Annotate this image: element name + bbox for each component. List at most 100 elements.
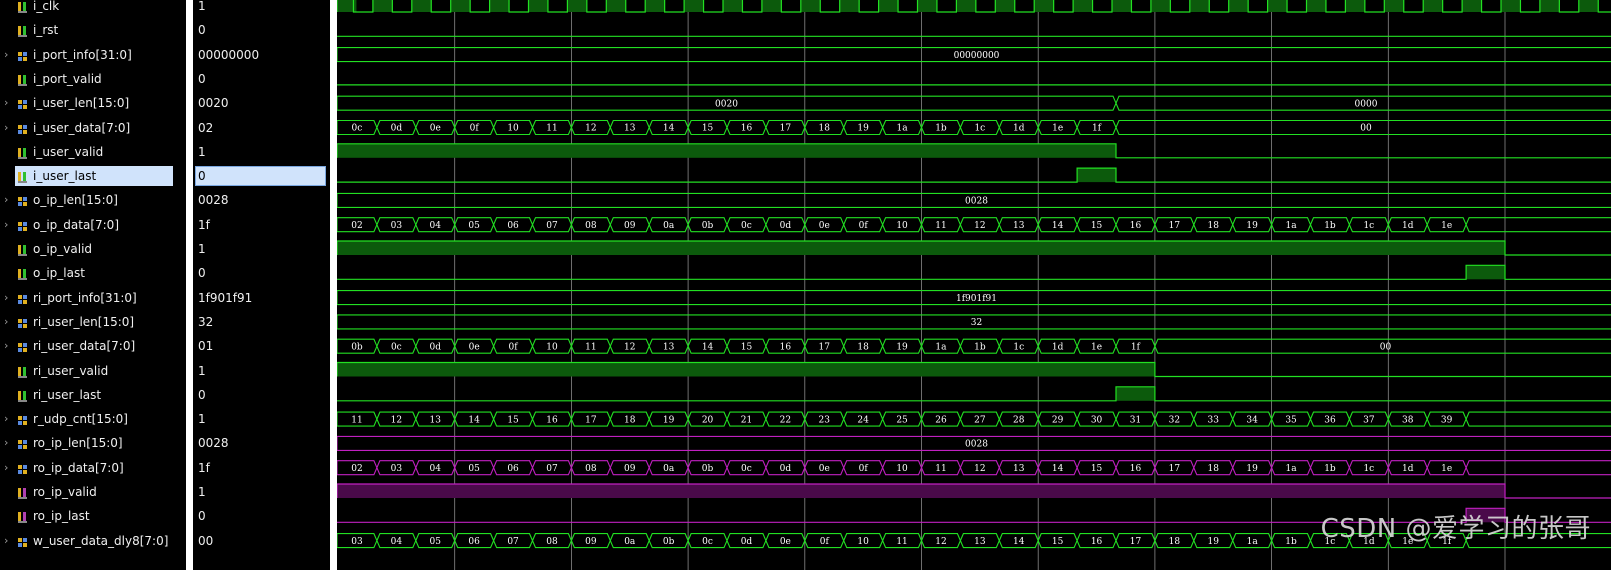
signal-value: 1	[198, 485, 206, 499]
waveform-ri_user_valid	[337, 361, 1611, 378]
waveform-canvas[interactable]: 000000000020 00000c 0d 0e 0f 10 11 12 13 14 15 16 17…	[337, 0, 1611, 570]
bus-value-label: 19	[857, 124, 869, 134]
clock-high-phase	[1539, 0, 1560, 12]
signal-value-row[interactable]: 0	[193, 18, 330, 42]
expand-chevron-icon[interactable]: ›	[4, 315, 14, 329]
bus-value-label: 15	[507, 415, 519, 425]
signal-value-row[interactable]: 1	[193, 140, 330, 164]
signal-name: ri_port_info[31:0]	[33, 290, 137, 305]
signal-value-row[interactable]: 0020	[193, 91, 330, 115]
high-level-fill	[337, 241, 1505, 255]
expand-chevron-icon[interactable]: ›	[4, 436, 14, 450]
waveform-i_clk	[337, 0, 1611, 13]
signal-row-o_ip_len[interactable]: › o_ip_len[15:0]	[0, 188, 186, 212]
signal-value-row[interactable]: 1	[193, 407, 330, 431]
bus-value-label: 16	[1130, 464, 1142, 474]
signal-row-ri_user_valid[interactable]: ri_user_valid	[0, 359, 186, 383]
signal-row-o_ip_valid[interactable]: o_ip_valid	[0, 237, 186, 261]
signal-value-row[interactable]: 1f	[193, 213, 330, 237]
expand-chevron-icon[interactable]: ›	[4, 412, 14, 426]
signal-row-ri_user_len[interactable]: › ri_user_len[15:0]	[0, 310, 186, 334]
signal-value-row[interactable]: 32	[193, 310, 330, 334]
expand-chevron-icon[interactable]: ›	[4, 96, 14, 110]
bus-value-label: 29	[1052, 415, 1064, 425]
waveform-ri_user_len: 32	[337, 314, 1611, 330]
bus-value-label: 14	[702, 342, 714, 352]
signal-row-r_udp_cnt[interactable]: › r_udp_cnt[15:0]	[0, 407, 186, 431]
signal-value-row[interactable]: 0028	[193, 188, 330, 212]
signal-row-i_port_valid[interactable]: i_port_valid	[0, 67, 186, 91]
signal-name: ri_user_last	[33, 387, 102, 402]
signal-row-i_rst[interactable]: i_rst	[0, 18, 186, 42]
expand-chevron-icon[interactable]: ›	[4, 48, 14, 62]
bus-value-label: 0d	[780, 221, 792, 231]
expand-chevron-icon[interactable]: ›	[4, 291, 14, 305]
signal-row-i_user_valid[interactable]: i_user_valid	[0, 140, 186, 164]
expand-chevron-icon[interactable]: ›	[4, 534, 14, 548]
clock-high-phase	[606, 0, 626, 12]
signal-value-row[interactable]: 0	[193, 383, 330, 407]
signal-value-row[interactable]: 1	[193, 480, 330, 504]
signal-value-row[interactable]: 0	[193, 261, 330, 285]
signal-value-row[interactable]: 1	[193, 237, 330, 261]
signal-row-ro_ip_last[interactable]: ro_ip_last	[0, 504, 186, 528]
panel-divider[interactable]	[330, 0, 337, 570]
bit-signal-icon	[17, 364, 29, 378]
bus-value-label: 18	[1169, 537, 1181, 547]
bus-value-label: 32	[1169, 415, 1180, 425]
bus-value-label: 02	[351, 221, 362, 231]
panel-divider[interactable]	[186, 0, 193, 570]
bus-value-label: 0c	[741, 464, 752, 474]
signal-row-w_user_data_dly8[interactable]: › w_user_data_dly8[7:0]	[0, 529, 186, 553]
signal-value-row[interactable]: 0028	[193, 431, 330, 455]
signal-value-row[interactable]: 00	[193, 529, 330, 553]
bus-value-label: 1f901f91	[956, 294, 997, 304]
clock-high-phase	[1345, 0, 1365, 12]
signal-row-i_user_data[interactable]: › i_user_data[7:0]	[0, 116, 186, 140]
bus-value-label: 00	[1380, 342, 1392, 352]
signal-value-row[interactable]: 1	[193, 359, 330, 383]
signal-value: 00000000	[198, 47, 260, 62]
clock-high-phase	[1462, 0, 1482, 12]
signal-row-o_ip_last[interactable]: o_ip_last	[0, 261, 186, 285]
signal-value-row[interactable]: 02	[193, 116, 330, 140]
expand-chevron-icon[interactable]: ›	[4, 218, 14, 232]
signal-value-row[interactable]: 1f	[193, 456, 330, 480]
signal-value: 1f	[198, 217, 210, 232]
clock-high-phase	[800, 0, 821, 12]
expand-chevron-icon[interactable]: ›	[4, 121, 14, 135]
waveform-i_user_valid	[337, 143, 1611, 159]
expand-chevron-icon[interactable]: ›	[4, 339, 14, 353]
bus-value-label: 1d	[1402, 221, 1414, 231]
signal-row-i_port_info[interactable]: › i_port_info[31:0]	[0, 43, 186, 67]
signal-row-ri_port_info[interactable]: › ri_port_info[31:0]	[0, 286, 186, 310]
signal-row-ri_user_last[interactable]: ri_user_last	[0, 383, 186, 407]
bus-value-label: 11	[935, 464, 946, 474]
signal-value-row[interactable]: 0	[193, 504, 330, 528]
signal-value-row[interactable]: 1	[193, 0, 330, 18]
signal-row-o_ip_data[interactable]: › o_ip_data[7:0]	[0, 213, 186, 237]
bus-value-label: 0020	[715, 99, 738, 109]
signal-row-ro_ip_data[interactable]: › ro_ip_data[7:0]	[0, 456, 186, 480]
signal-row-i_user_last[interactable]: i_user_last	[0, 164, 186, 188]
signal-value: 1f	[198, 460, 210, 475]
expand-chevron-icon[interactable]: ›	[4, 193, 14, 207]
signal-name: o_ip_last	[33, 266, 85, 281]
signal-value-row[interactable]: 0	[193, 67, 330, 91]
signal-value-row[interactable]: 1f901f91	[193, 286, 330, 310]
signal-value-row[interactable]: 0	[193, 164, 330, 188]
bus-value-label: 16	[780, 342, 792, 352]
bus-value-label: 09	[624, 221, 636, 231]
waveform-ro_ip_data: 02 03 04 05 06 07 08 09 0a 0b 0c 0d 0e 0f 10 11 12 13 14 15…	[337, 460, 1611, 476]
bit-signal-icon	[17, 72, 29, 86]
signal-row-i_user_len[interactable]: › i_user_len[15:0]	[0, 91, 186, 115]
signal-row-ro_ip_valid[interactable]: ro_ip_valid	[0, 480, 186, 504]
expand-chevron-icon[interactable]: ›	[4, 461, 14, 475]
signal-value-row[interactable]: 00000000	[193, 43, 330, 67]
signal-row-i_clk[interactable]: i_clk	[0, 0, 186, 18]
signal-value-row[interactable]: 01	[193, 334, 330, 358]
bus-value-label: 17	[1130, 537, 1142, 547]
bus-value-label: 17	[585, 415, 597, 425]
signal-row-ri_user_data[interactable]: › ri_user_data[7:0]	[0, 334, 186, 358]
signal-row-ro_ip_len[interactable]: › ro_ip_len[15:0]	[0, 431, 186, 455]
